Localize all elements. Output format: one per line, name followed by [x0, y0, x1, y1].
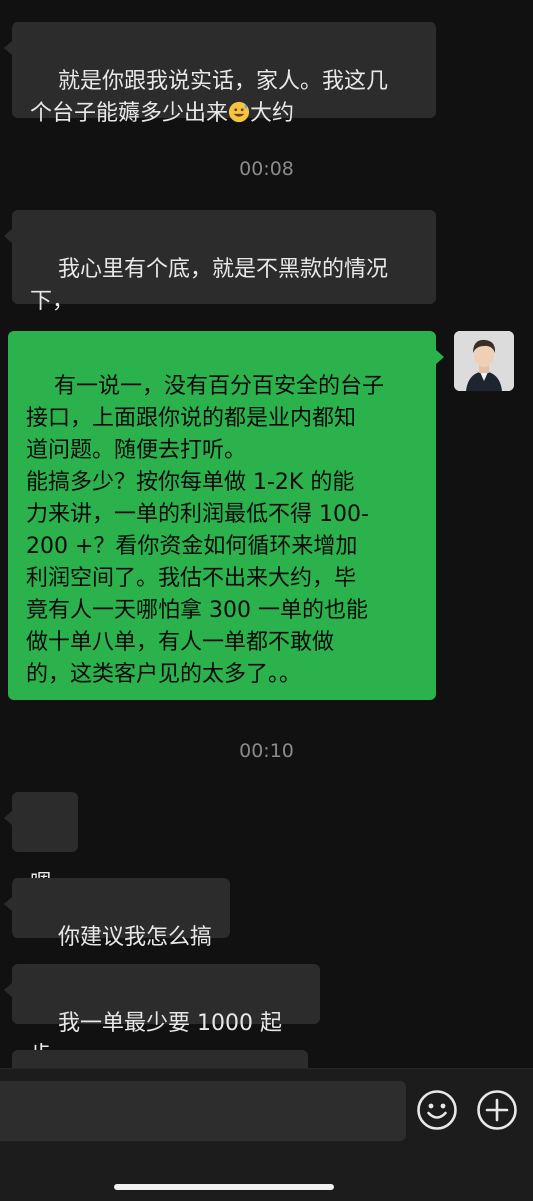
message-bubble-incoming[interactable]: 我心里有个底，就是不黑款的情况 下，: [4, 210, 436, 314]
message-bubble-incoming[interactable]: 嗯: [4, 792, 78, 896]
message-bubble-incoming[interactable]: 我一单最少要 1000 起步: [4, 964, 320, 1068]
plus-circle-icon[interactable]: [476, 1089, 518, 1131]
chat-message-list[interactable]: 就是你跟我说实话，家人。我这几 个台子能薅多少出来 大约 00:08 我心里有个底…: [0, 0, 533, 1068]
smiley-icon[interactable]: [416, 1089, 458, 1131]
message-text: 你建议我怎么搞: [57, 925, 212, 950]
timestamp: 00:08: [239, 158, 294, 180]
message-text: 就是你跟我说实话，家人。我这几 个台子能薅多少出来: [30, 69, 388, 126]
timestamp: 00:10: [239, 740, 294, 762]
message-bubble-incoming[interactable]: 就是你跟我说实话，家人。我这几 个台子能薅多少出来 大约: [4, 22, 436, 126]
avatar-image: [454, 331, 514, 391]
message-text-tail: 大约: [250, 101, 295, 126]
chat-input-bar: [0, 1068, 533, 1201]
home-indicator[interactable]: [114, 1184, 334, 1190]
message-bubble-incoming-partial[interactable]: [12, 1050, 308, 1068]
message-text: 有一说一，没有百分百安全的台子 接口，上面跟你说的都是业内都知 道问题。随便去打…: [26, 374, 384, 687]
message-input[interactable]: [0, 1081, 406, 1141]
message-bubble-outgoing[interactable]: 有一说一，没有百分百安全的台子 接口，上面跟你说的都是业内都知 道问题。随便去打…: [8, 331, 444, 700]
message-text: 我心里有个底，就是不黑款的情况 下，: [30, 257, 388, 314]
sweat-smile-icon: [228, 101, 250, 123]
message-bubble-incoming[interactable]: 你建议我怎么搞: [4, 878, 230, 950]
user-avatar[interactable]: [454, 331, 514, 391]
